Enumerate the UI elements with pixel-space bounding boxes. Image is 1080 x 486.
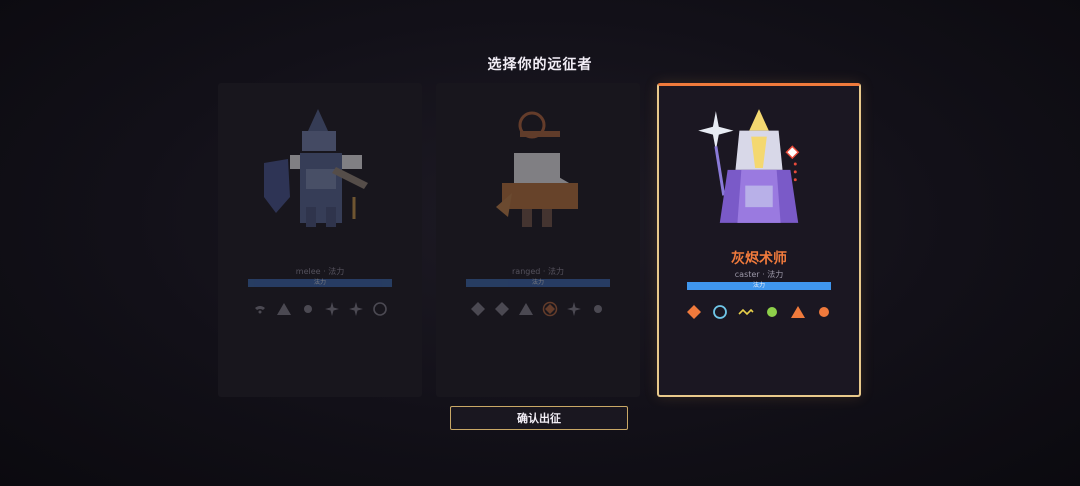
mana-bar: 法力 (248, 279, 392, 287)
circle-icon (713, 305, 727, 319)
dot-icon (767, 307, 777, 317)
circle-icon (373, 302, 387, 316)
page-title: 选择你的远征者 (487, 57, 593, 73)
confirm-button[interactable]: 确认出征 (450, 406, 628, 430)
knight-figure (264, 109, 368, 227)
dot-icon (594, 305, 602, 313)
wifi-icon (255, 306, 265, 314)
diamond-icon (495, 302, 509, 316)
sparkle-icon (567, 302, 581, 316)
hero-subtitle: melee · 法力 (295, 267, 345, 276)
triangle-icon (791, 306, 805, 318)
trait-icons (218, 299, 422, 319)
hero-card-ranged[interactable]: ranged · 法力 法力 (436, 83, 640, 397)
triangle-icon (277, 303, 291, 315)
sparkle-icon (325, 302, 339, 316)
hero-subtitle: ranged · 法力 (512, 267, 564, 276)
triangle-icon (519, 303, 533, 315)
wave-icon (738, 308, 754, 316)
dot-icon (304, 305, 312, 313)
hero-card-melee[interactable]: melee · 法力 法力 (218, 83, 422, 397)
target-icon (542, 301, 558, 317)
hero-name: 灰烬术师 (731, 251, 787, 267)
trait-icons (436, 299, 640, 319)
diamond-icon (687, 305, 701, 319)
mana-bar: 法力 (687, 282, 831, 290)
hero-card-caster[interactable]: 灰烬术师 caster · 法力 法力 (657, 83, 861, 397)
sparkle-icon (349, 302, 363, 316)
dot-icon (819, 307, 829, 317)
diamond-icon (471, 302, 485, 316)
ranger-figure (496, 111, 578, 227)
mage-figure (698, 109, 800, 223)
trait-icons (659, 302, 859, 322)
hero-subtitle: caster · 法力 (734, 270, 784, 279)
mana-bar: 法力 (466, 279, 610, 287)
